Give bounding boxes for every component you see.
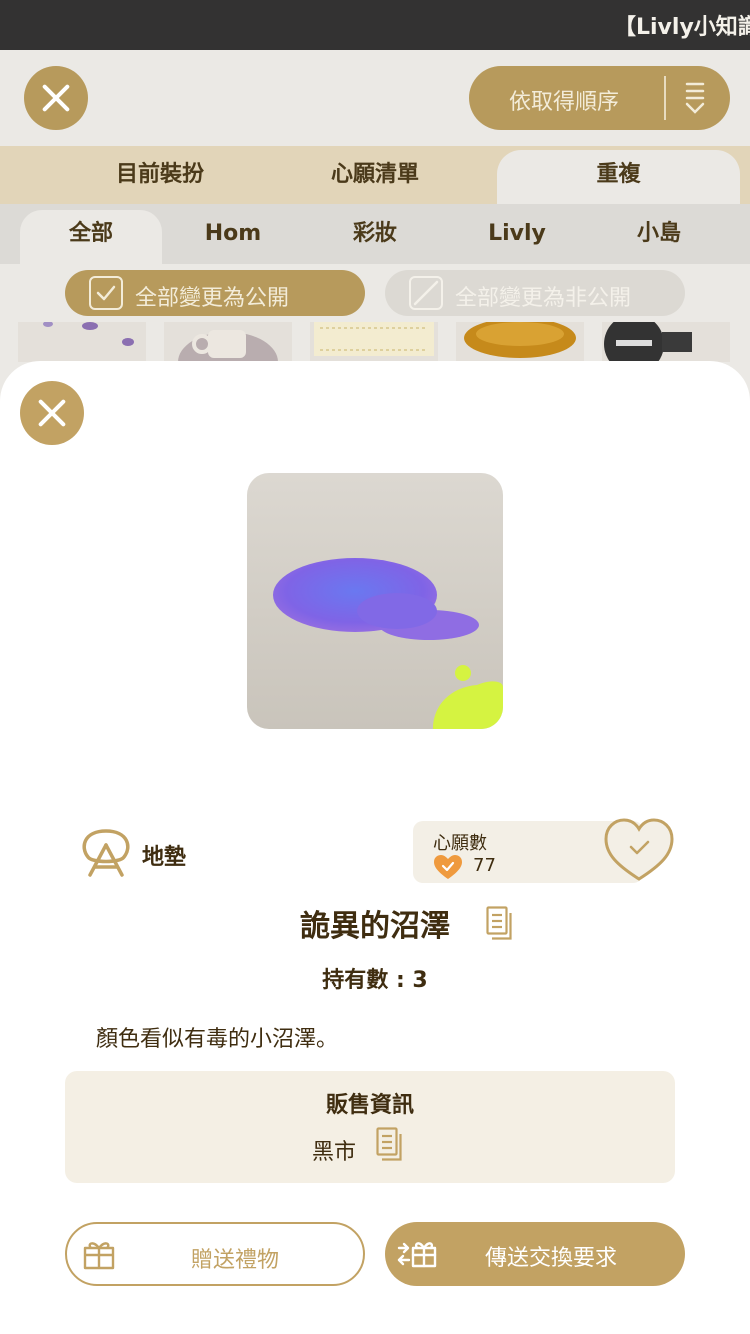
sort-label: 依取得順序: [509, 90, 620, 115]
item-name-row: 詭異的沼澤: [0, 901, 750, 945]
heart-check-icon: [434, 855, 462, 879]
tab-makeup[interactable]: 彩妝: [304, 210, 446, 264]
item-thumbnail[interactable]: [602, 322, 730, 362]
tab-island[interactable]: 小島: [588, 210, 730, 264]
close-icon: [40, 82, 72, 114]
tab-duplicates[interactable]: 重複: [497, 150, 740, 204]
tab-wishlist[interactable]: 心願清單: [255, 146, 495, 204]
wish-count-label: 心願數: [433, 833, 487, 854]
make-all-public-button[interactable]: 全部變更為公開: [65, 270, 365, 316]
send-trade-request-label: 傳送交換要求: [485, 1246, 618, 1271]
tab-current-outfit[interactable]: 目前裝扮: [40, 146, 280, 204]
item-thumbnail[interactable]: [310, 322, 438, 362]
close-icon: [36, 397, 68, 429]
sort-button[interactable]: 依取得順序: [469, 66, 730, 130]
sales-info-panel: 販售資訊 黑市: [65, 1071, 675, 1183]
wish-count-value: 77: [473, 855, 496, 876]
sort-order-icon: [685, 82, 705, 114]
tab-livly[interactable]: Livly: [446, 210, 588, 264]
item-detail-sheet: 地墊 心願數 77 詭異的沼澤 持有數 : 3 顏色看似有毒的小沼澤。 販售資訊…: [0, 361, 750, 1334]
item-description: 顏色看似有毒的小沼澤。: [96, 1027, 339, 1052]
send-gift-label: 贈送禮物: [190, 1248, 279, 1273]
primary-tabs: 目前裝扮 心願清單 重複: [0, 146, 750, 204]
tab-all[interactable]: 全部: [20, 210, 162, 264]
rug-icon: [82, 829, 130, 877]
make-all-private-button[interactable]: 全部變更為非公開: [385, 270, 685, 316]
sales-location: 黑市: [312, 1140, 357, 1165]
item-thumbnail[interactable]: [456, 322, 584, 362]
item-thumbnail[interactable]: [164, 322, 292, 362]
checkbox-checked-icon: [89, 276, 123, 310]
secondary-tabs: 全部 Hom 彩妝 Livly 小島: [0, 204, 750, 264]
make-all-public-label: 全部變更為公開: [135, 286, 290, 311]
document-icon[interactable]: [376, 1127, 402, 1161]
document-icon[interactable]: [486, 906, 512, 940]
notification-title: 【Livly小知識: [614, 15, 750, 40]
category-label: 地墊: [142, 845, 187, 870]
make-all-private-label: 全部變更為非公開: [455, 286, 632, 311]
tab-home[interactable]: Hom: [162, 210, 304, 264]
item-image: [247, 473, 503, 729]
close-closet-button[interactable]: [24, 66, 88, 130]
status-bar: 【Livly小知識: [0, 0, 750, 50]
item-thumbnail[interactable]: [18, 322, 146, 362]
send-gift-button[interactable]: 贈送禮物: [65, 1222, 365, 1286]
sales-info-title: 販售資訊: [325, 1093, 414, 1118]
checkbox-slash-icon: [409, 276, 443, 310]
item-name: 詭異的沼澤: [300, 909, 450, 944]
close-detail-button[interactable]: [20, 381, 84, 445]
trade-gift-icon: [397, 1242, 437, 1268]
owned-count: 持有數 : 3: [322, 968, 428, 993]
send-trade-request-button[interactable]: 傳送交換要求: [385, 1222, 685, 1286]
sort-divider: [664, 76, 666, 120]
swamp-illustration: [273, 558, 503, 729]
add-to-wishlist-heart-icon[interactable]: [603, 817, 675, 883]
